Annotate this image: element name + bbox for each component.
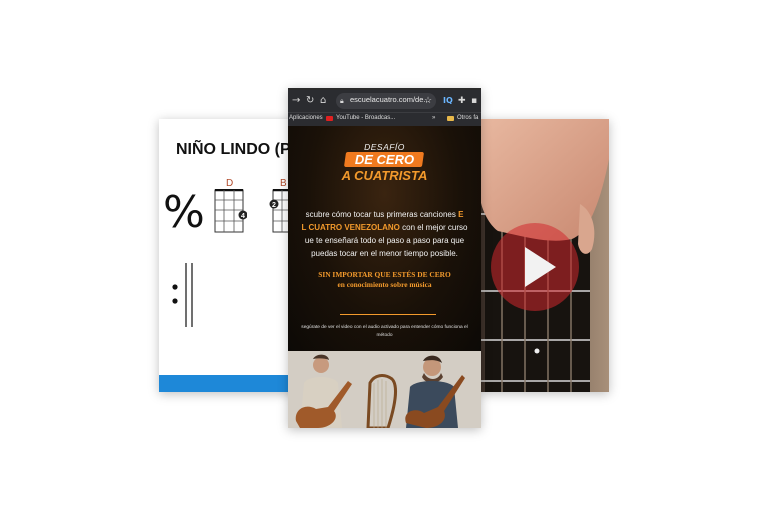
sheet-footer-bar <box>159 375 294 392</box>
video-preview-card[interactable] <box>480 119 609 392</box>
lock-icon: 🔒︎ <box>340 97 344 105</box>
bookmark-youtube[interactable]: YouTube - Broadcas... <box>336 115 395 121</box>
finger-number: 4 <box>241 213 245 220</box>
extension-iq-icon[interactable]: IQ <box>443 94 453 108</box>
chord-name-d: D <box>226 178 234 189</box>
subheadline-line-1: SIN IMPORTAR QUE ESTÉS DE CERO <box>318 270 451 279</box>
repeat-barline <box>172 263 193 327</box>
song-title: NIÑO LINDO (Pag <box>176 141 294 158</box>
browser-toolbar: → ↻ ⌂ 🔒︎ escuelacuatro.com/de... ☆ IQ ✚ … <box>288 90 481 112</box>
finger-number: 2 <box>272 202 276 209</box>
desc-line-1: scubre cómo tocar tus primeras canciones <box>305 210 459 219</box>
bookmarks-overflow[interactable]: » <box>432 115 435 121</box>
sheet-music-card: NIÑO LINDO (Pag % D 4 B 2 <box>159 119 294 392</box>
folder-icon <box>447 116 454 121</box>
kicker-text: DESAFÍO <box>364 142 405 152</box>
url-text[interactable]: escuelacuatro.com/de... <box>350 95 430 104</box>
home-icon[interactable]: ⌂ <box>320 94 326 108</box>
phone-browser-card: → ↻ ⌂ 🔒︎ escuelacuatro.com/de... ☆ IQ ✚ … <box>288 88 481 428</box>
headline-primary: DE CERO <box>354 152 415 167</box>
subheadline-line-2: en conocimiento sobre música <box>337 280 432 289</box>
headline-secondary: A CUATRISTA <box>341 168 428 183</box>
landing-description: scubre cómo tocar tus primeras canciones… <box>288 208 481 260</box>
desc-highlight-2: L CUATRO VENEZOLANO <box>301 223 400 232</box>
star-icon[interactable]: ☆ <box>424 94 432 108</box>
bookmark-apps[interactable]: Aplicaciones <box>289 115 323 121</box>
forward-icon[interactable]: → <box>292 94 300 108</box>
bookmark-others[interactable]: Otros fa <box>457 115 478 121</box>
chord-diagram-d: 4 <box>214 189 247 233</box>
audio-note-line-1: segúrate de ver el video con el audio ac… <box>301 325 468 330</box>
instructors-photo <box>288 351 481 428</box>
audio-note-line-2: método <box>376 333 393 338</box>
landing-hero: DESAFÍO DE CERO A CUATRISTA scubre cómo … <box>288 126 481 351</box>
chord-name-b: B <box>280 178 287 189</box>
bookmarks-bar: Aplicaciones YouTube - Broadcas... » Otr… <box>288 112 481 127</box>
repeat-measure-sign: % <box>163 187 205 238</box>
reload-icon[interactable]: ↻ <box>306 94 314 108</box>
profile-icon[interactable]: ▪ <box>471 94 477 108</box>
guitar-video-frame <box>480 119 609 392</box>
extension-icon[interactable]: ✚ <box>458 94 466 108</box>
desc-line-2: con el mejor curso <box>399 223 468 232</box>
desc-line-4: puedas tocar en el menor tiempo posible. <box>311 249 458 258</box>
audio-note: segúrate de ver el video con el audio ac… <box>288 324 481 340</box>
desc-highlight-1: E <box>458 210 464 219</box>
subheadline: SIN IMPORTAR QUE ESTÉS DE CERO en conoci… <box>288 270 481 290</box>
desc-line-3: ue te enseñará todo el paso a paso para … <box>304 236 465 245</box>
youtube-icon <box>326 116 333 121</box>
divider <box>340 314 436 315</box>
